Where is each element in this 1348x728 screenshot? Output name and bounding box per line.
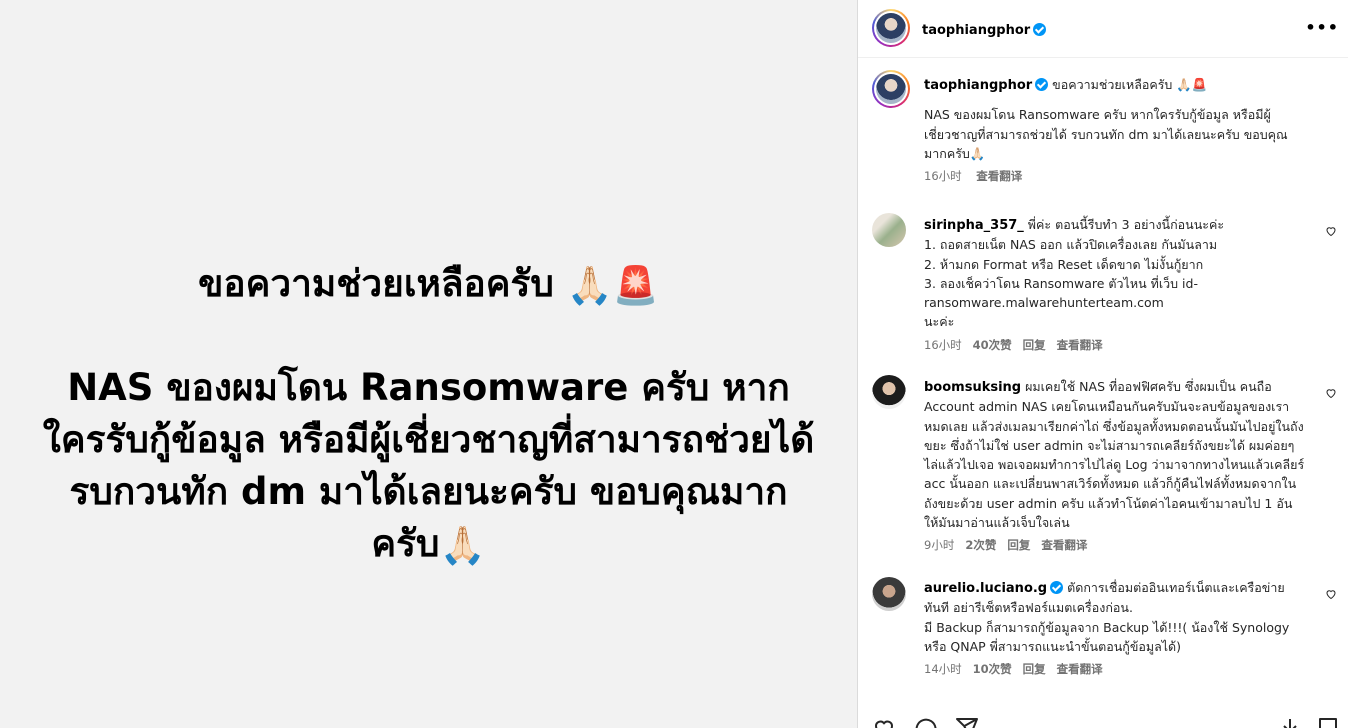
- like-heart-icon[interactable]: [1325, 588, 1337, 600]
- reply-link[interactable]: 回复: [1007, 538, 1030, 552]
- like-heart-icon[interactable]: [1325, 387, 1337, 399]
- see-translation-link[interactable]: 查看翻译: [1041, 538, 1087, 552]
- comment-likes[interactable]: 40次赞: [973, 338, 1012, 352]
- commenter-avatar[interactable]: [872, 577, 906, 611]
- author-username[interactable]: taophiangphor: [922, 23, 1030, 38]
- see-translation-link[interactable]: 查看翻译: [1057, 338, 1103, 352]
- comment-icon[interactable]: [914, 716, 938, 728]
- comment-text: พี่ค่ะ ตอนนี้รีบทำ 3 อย่างนี้ก่อนนะค่ะ 1…: [924, 217, 1225, 330]
- see-translation-link[interactable]: 查看翻译: [1057, 662, 1103, 676]
- comment-username[interactable]: sirinpha_357_: [924, 218, 1024, 233]
- caption-title-line: taophiangphor ขอความช่วยเหลือครับ 🙏🏻🚨: [924, 75, 1306, 95]
- caption-avatar[interactable]: [872, 70, 910, 108]
- folded-hands-emoji: 🙏🏻: [566, 263, 613, 307]
- caption-title: ขอความช่วยเหลือครับ 🙏🏻🚨: [1052, 77, 1208, 92]
- share-icon[interactable]: [955, 716, 979, 728]
- commenter-avatar[interactable]: [872, 375, 906, 409]
- caption-time[interactable]: 16小时: [924, 169, 962, 183]
- comment-time[interactable]: 9小时: [924, 538, 954, 552]
- download-icon[interactable]: [1278, 716, 1302, 728]
- caption-meta: 16小时 查看翻译: [924, 167, 1306, 186]
- post-media[interactable]: ขอความช่วยเหลือครับ 🙏🏻🚨 NAS ของผมโดน Ran…: [0, 0, 857, 728]
- post-header: taophiangphor •••: [858, 0, 1348, 58]
- like-heart-icon[interactable]: [872, 716, 896, 728]
- post-action-bar: [858, 712, 1348, 728]
- avatar-photo: [876, 13, 906, 43]
- comment-text: ผมเคยใช้ NAS ที่ออฟฟิศครับ ซึ่งผมเป็น คน…: [924, 379, 1305, 531]
- media-body: NAS ของผมโดน Ransomware ครับ หากใครรับกู…: [0, 362, 857, 572]
- post-author: taophiangphor: [922, 19, 1047, 38]
- comment-meta: 14小时 10次赞 回复 查看翻译: [924, 660, 1306, 679]
- see-translation-link[interactable]: 查看翻译: [976, 169, 1022, 183]
- comment-username[interactable]: boomsuksing: [924, 380, 1021, 395]
- more-options-icon[interactable]: •••: [1305, 18, 1339, 37]
- siren-emoji: 🚨: [612, 263, 659, 307]
- caption-text: NAS ของผมโดน Ransomware ครับ หากใครรับกู…: [924, 107, 1288, 161]
- save-bookmark-icon[interactable]: [1316, 716, 1340, 728]
- like-heart-icon[interactable]: [1325, 225, 1337, 237]
- comment-body: sirinpha_357_ พี่ค่ะ ตอนนี้รีบทำ 3 อย่าง…: [924, 215, 1306, 374]
- verified-badge-icon: [1035, 78, 1049, 91]
- verified-badge-icon: [1033, 23, 1047, 36]
- comment-meta: 9小时 2次赞 回复 查看翻译: [924, 536, 1306, 555]
- comment-body: boomsuksing ผมเคยใช้ NAS ที่ออฟฟิศครับ ซ…: [924, 377, 1306, 556]
- author-avatar[interactable]: [872, 9, 910, 47]
- avatar-photo: [876, 74, 906, 104]
- media-heading-text: ขอความช่วยเหลือครับ: [198, 262, 554, 305]
- comment-username[interactable]: aurelio.luciano.g: [924, 581, 1047, 596]
- comment-time[interactable]: 16小时: [924, 338, 962, 352]
- comment-time[interactable]: 14小时: [924, 662, 962, 676]
- caption-body: taophiangphor ขอความช่วยเหลือครับ 🙏🏻🚨 NA…: [924, 75, 1306, 186]
- verified-badge-icon: [1050, 581, 1064, 594]
- post-side-panel: taophiangphor ••• taophiangphor ขอความช่…: [857, 0, 1348, 728]
- caption-username[interactable]: taophiangphor: [924, 78, 1032, 93]
- comment-meta: 16小时 40次赞 回复 查看翻译: [924, 336, 1306, 355]
- media-body-text: NAS ของผมโดน Ransomware ครับ หากใครรับกู…: [42, 366, 815, 565]
- comment-body: aurelio.luciano.g ตัดการเชื่อมต่ออินเทอร…: [924, 578, 1306, 698]
- comments-list[interactable]: taophiangphor ขอความช่วยเหลือครับ 🙏🏻🚨 NA…: [858, 58, 1348, 698]
- media-heading: ขอความช่วยเหลือครับ 🙏🏻🚨: [0, 258, 857, 312]
- reply-link[interactable]: 回复: [1023, 338, 1046, 352]
- reply-link[interactable]: 回复: [1023, 662, 1046, 676]
- commenter-avatar[interactable]: [872, 213, 906, 247]
- comment-likes[interactable]: 2次赞: [965, 538, 996, 552]
- comment-likes[interactable]: 10次赞: [973, 662, 1012, 676]
- folded-hands-emoji: 🙏🏻: [439, 523, 486, 567]
